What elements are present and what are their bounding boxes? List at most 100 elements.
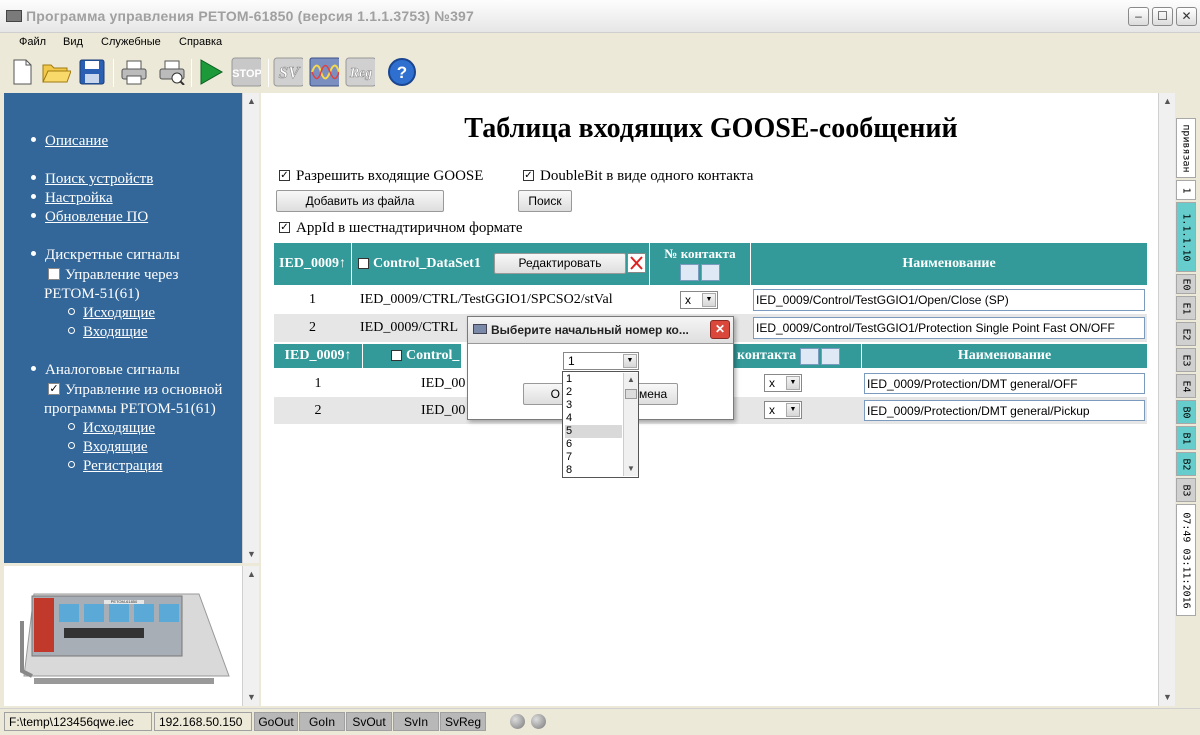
- svin-indicator[interactable]: SvIn: [393, 712, 439, 731]
- scroll-down-icon[interactable]: ▼: [1159, 689, 1176, 706]
- stop-icon[interactable]: STOP: [231, 57, 261, 87]
- menu-help[interactable]: Справка: [179, 36, 222, 48]
- status-bar: F:\temp\123456qwe.iec 192.168.50.150 GoO…: [0, 708, 1200, 735]
- name-field[interactable]: IED_0009/Protection/DMT general/OFF: [864, 373, 1145, 394]
- goin-indicator[interactable]: GoIn: [299, 712, 345, 731]
- doublebit-option[interactable]: ✓ DoubleBit в виде одного контакта: [523, 168, 753, 185]
- scroll-up-icon[interactable]: ▲: [624, 373, 638, 387]
- table1-contact-header: № контакта: [650, 243, 750, 285]
- print-preview-icon[interactable]: [157, 57, 187, 87]
- nav-settings[interactable]: Настройка: [45, 190, 113, 206]
- toolbar-separator: [191, 59, 192, 87]
- list-scroll-thumb[interactable]: [625, 389, 637, 399]
- table1-ied-header[interactable]: IED_0009↑: [274, 243, 351, 285]
- delete-icon[interactable]: [627, 253, 646, 273]
- strip-cell-label: B1: [1180, 431, 1192, 445]
- list-item[interactable]: 7: [565, 451, 622, 464]
- list-item[interactable]: 5: [565, 425, 622, 438]
- search-button[interactable]: Поиск: [518, 190, 572, 212]
- numbering-icon[interactable]: [821, 347, 841, 365]
- scroll-up-icon[interactable]: ▲: [243, 566, 260, 583]
- play-icon[interactable]: [195, 57, 225, 87]
- nav-analog-registration[interactable]: Регистрация: [83, 458, 163, 474]
- allow-goose-checkbox[interactable]: ✓: [279, 170, 290, 182]
- brush-icon[interactable]: [680, 264, 699, 281]
- list-item[interactable]: 3: [565, 399, 622, 412]
- nav-discrete-incoming[interactable]: Входящие: [83, 324, 148, 340]
- appid-hex-option[interactable]: ✓ AppId в шестнадтиричном формате: [279, 220, 523, 237]
- name-field[interactable]: IED_0009/Control/TestGGIO1/Protection Si…: [753, 317, 1145, 339]
- scroll-up-icon[interactable]: ▲: [1159, 93, 1176, 110]
- brush-icon[interactable]: [800, 347, 820, 365]
- list-item[interactable]: 6: [565, 438, 622, 451]
- doublebit-checkbox[interactable]: ✓: [523, 170, 534, 182]
- list-item[interactable]: 1: [565, 373, 622, 386]
- help-icon[interactable]: ?: [387, 57, 417, 87]
- menu-file[interactable]: Файл: [19, 36, 46, 48]
- goout-indicator[interactable]: GoOut: [254, 712, 298, 731]
- strip-cell: B0: [1176, 400, 1196, 424]
- nav-analog-outgoing[interactable]: Исходящие: [83, 420, 155, 436]
- dataset-checkbox[interactable]: ✓: [391, 349, 402, 361]
- nav-search-devices[interactable]: Поиск устройств: [45, 171, 153, 187]
- ok-button[interactable]: О: [523, 383, 565, 405]
- bullet-icon: [31, 251, 36, 257]
- contact-select[interactable]: x ▼: [764, 401, 802, 419]
- menu-service[interactable]: Служебные: [101, 36, 161, 48]
- analog-control-checkbox[interactable]: ✓: [48, 382, 60, 395]
- nav-discrete-outgoing[interactable]: Исходящие: [83, 305, 155, 321]
- main-scrollbar[interactable]: ▲ ▼: [1158, 93, 1175, 706]
- row-path: IED_00: [421, 402, 466, 418]
- scroll-down-icon[interactable]: ▼: [243, 689, 260, 706]
- list-item[interactable]: 8: [565, 464, 622, 477]
- new-file-icon[interactable]: [7, 57, 37, 87]
- strip-cell-label: B3: [1180, 483, 1192, 497]
- name-field[interactable]: IED_0009/Protection/DMT general/Pickup: [864, 400, 1145, 421]
- list-item[interactable]: 4: [565, 412, 622, 425]
- minimize-button[interactable]: –: [1128, 7, 1149, 26]
- sv-icon[interactable]: SV: [273, 57, 303, 87]
- svreg-indicator[interactable]: SvReg: [440, 712, 486, 731]
- list-scrollbar[interactable]: ▲ ▼: [623, 373, 638, 476]
- circle-bullet-icon: [68, 461, 75, 469]
- svout-indicator[interactable]: SvOut: [346, 712, 392, 731]
- oscillogram-icon[interactable]: [309, 57, 339, 87]
- table2-ied-header[interactable]: IED_0009↑: [274, 344, 362, 368]
- sv-label: SV: [279, 63, 301, 82]
- device-panel-scrollbar[interactable]: ▲ ▼: [242, 566, 259, 706]
- cancel-button[interactable]: мена: [636, 383, 678, 405]
- dialog-close-button[interactable]: ✕: [710, 320, 730, 339]
- allow-goose-option[interactable]: ✓ Разрешить входящие GOOSE: [279, 168, 483, 185]
- discrete-control-checkbox[interactable]: [48, 267, 60, 280]
- nav-update[interactable]: Обновление ПО: [45, 209, 148, 225]
- scroll-up-icon[interactable]: ▲: [243, 93, 260, 110]
- edit-button[interactable]: Редактировать: [494, 253, 626, 274]
- row-number: 1: [309, 292, 316, 307]
- contact-header-label: № контакта: [664, 246, 736, 261]
- print-icon[interactable]: [119, 57, 149, 87]
- list-item[interactable]: 2: [565, 386, 622, 399]
- maximize-button[interactable]: ☐: [1152, 7, 1173, 26]
- save-disk-icon[interactable]: [77, 57, 107, 87]
- close-button[interactable]: ✕: [1176, 7, 1197, 26]
- start-number-select[interactable]: 1 ▼: [563, 352, 639, 370]
- appid-hex-checkbox[interactable]: ✓: [279, 222, 290, 234]
- scroll-down-icon[interactable]: ▼: [624, 462, 638, 476]
- strip-cell-label: B0: [1180, 405, 1192, 419]
- nav-scrollbar[interactable]: ▲ ▼: [242, 93, 259, 563]
- number-dropdown-list[interactable]: ▲ ▼ 12345678: [562, 371, 639, 478]
- dataset-checkbox[interactable]: ✓: [358, 257, 369, 269]
- contact-select[interactable]: x ▼: [680, 291, 718, 309]
- menu-view[interactable]: Вид: [63, 36, 83, 48]
- strip-cell: E0: [1176, 274, 1196, 294]
- reg-icon[interactable]: Reg: [345, 57, 375, 87]
- circle-bullet-icon: [68, 327, 75, 335]
- contact-select[interactable]: x ▼: [764, 374, 802, 392]
- numbering-icon[interactable]: [701, 264, 720, 281]
- nav-analog-incoming[interactable]: Входящие: [83, 439, 148, 455]
- name-field[interactable]: IED_0009/Control/TestGGIO1/Open/Close (S…: [753, 289, 1145, 311]
- open-folder-icon[interactable]: [41, 57, 71, 87]
- scroll-down-icon[interactable]: ▼: [243, 546, 260, 563]
- nav-description[interactable]: Описание: [45, 133, 108, 149]
- add-from-file-button[interactable]: Добавить из файла: [276, 190, 444, 212]
